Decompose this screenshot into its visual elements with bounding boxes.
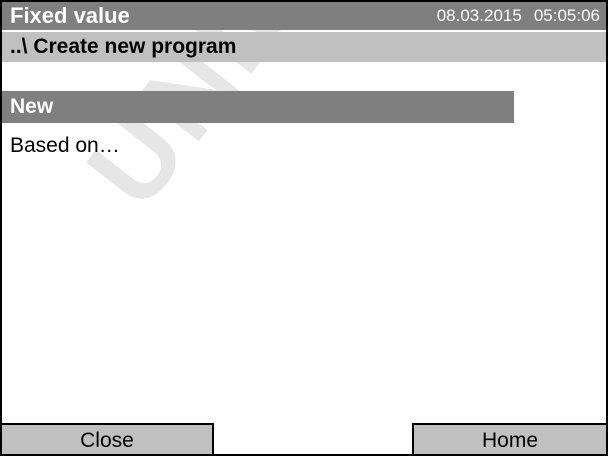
breadcrumb-path: ..\ Create new program [10,35,237,58]
menu-item-new[interactable]: New [2,91,514,123]
home-button[interactable]: Home [412,423,606,454]
breadcrumb: ..\ Create new program [2,32,606,62]
menu-item-new-label: New [10,95,54,118]
datetime: 08.03.2015 05:05:06 [437,6,606,26]
mode-title: Fixed value [10,3,130,28]
title-bar: Fixed value 08.03.2015 05:05:06 [2,2,606,30]
menu-item-based-on-label: Based on… [10,134,120,157]
date-display: 08.03.2015 [436,6,522,25]
watermark-layer: UNIQUE [2,2,606,454]
time-display: 05:05:06 [533,6,600,25]
menu-item-based-on[interactable]: Based on… [2,128,514,164]
device-screen: UNIQUE Fixed value 08.03.2015 05:05:06 ..… [0,0,608,456]
close-button[interactable]: Close [2,423,214,454]
